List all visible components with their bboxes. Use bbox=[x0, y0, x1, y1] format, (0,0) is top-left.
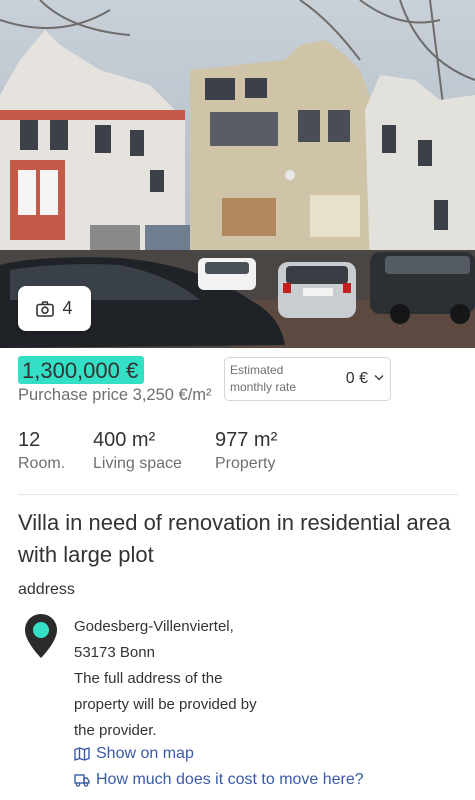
listing-photo[interactable]: 4 bbox=[0, 0, 475, 348]
fact-living-space-label: Living space bbox=[93, 455, 182, 472]
fact-living-space-value: 400 m² bbox=[93, 429, 156, 451]
price-per-sqm: Purchase price 3,250 €/m² bbox=[18, 386, 212, 404]
moving-cost-label: How much does it cost to move here? bbox=[96, 771, 364, 788]
key-facts: 12 Room. 400 m² Living space 977 m² Prop… bbox=[0, 428, 475, 478]
fact-property: 977 m² Property bbox=[215, 428, 277, 473]
map-pin-icon bbox=[25, 614, 57, 658]
fact-rooms-value: 12 bbox=[18, 429, 41, 451]
fact-rooms: 12 Room. bbox=[18, 428, 65, 473]
map-icon bbox=[74, 747, 90, 761]
listing-title: Villa in need of renovation in residenti… bbox=[18, 510, 451, 567]
address-line: The full address of the bbox=[74, 670, 223, 687]
fact-property-label: Property bbox=[215, 455, 276, 472]
chevron-down-icon bbox=[374, 374, 384, 381]
photo-count-button[interactable]: 4 bbox=[18, 286, 91, 331]
photo-count: 4 bbox=[62, 298, 73, 318]
divider bbox=[18, 494, 458, 495]
moving-cost-link[interactable]: How much does it cost to move here? bbox=[74, 771, 364, 789]
show-on-map-label: Show on map bbox=[96, 745, 194, 762]
address-line: 53173 Bonn bbox=[74, 644, 155, 661]
address-line: the provider. bbox=[74, 722, 157, 739]
address-line: Godesberg-Villenviertel, bbox=[74, 618, 234, 635]
address-heading: address bbox=[18, 581, 75, 598]
address-line: property will be provided by bbox=[74, 696, 257, 713]
camera-icon bbox=[36, 300, 55, 317]
purchase-price: 1,300,000 € bbox=[18, 356, 145, 384]
show-on-map-link[interactable]: Show on map bbox=[74, 745, 194, 763]
fact-property-value: 977 m² bbox=[215, 429, 278, 451]
fact-living-space: 400 m² Living space bbox=[93, 428, 182, 473]
truck-icon bbox=[74, 774, 90, 787]
monthly-rate-label: Estimated monthly rate bbox=[230, 363, 297, 394]
address-block: Godesberg-Villenviertel, 53173 Bonn The … bbox=[74, 614, 374, 744]
fact-rooms-label: Room. bbox=[18, 455, 66, 472]
monthly-rate-dropdown[interactable]: Estimated monthly rate 0 € bbox=[224, 357, 391, 401]
monthly-rate-value: 0 € bbox=[345, 370, 368, 387]
price-section: 1,300,000 € Purchase price 3,250 €/m² bbox=[18, 356, 212, 405]
